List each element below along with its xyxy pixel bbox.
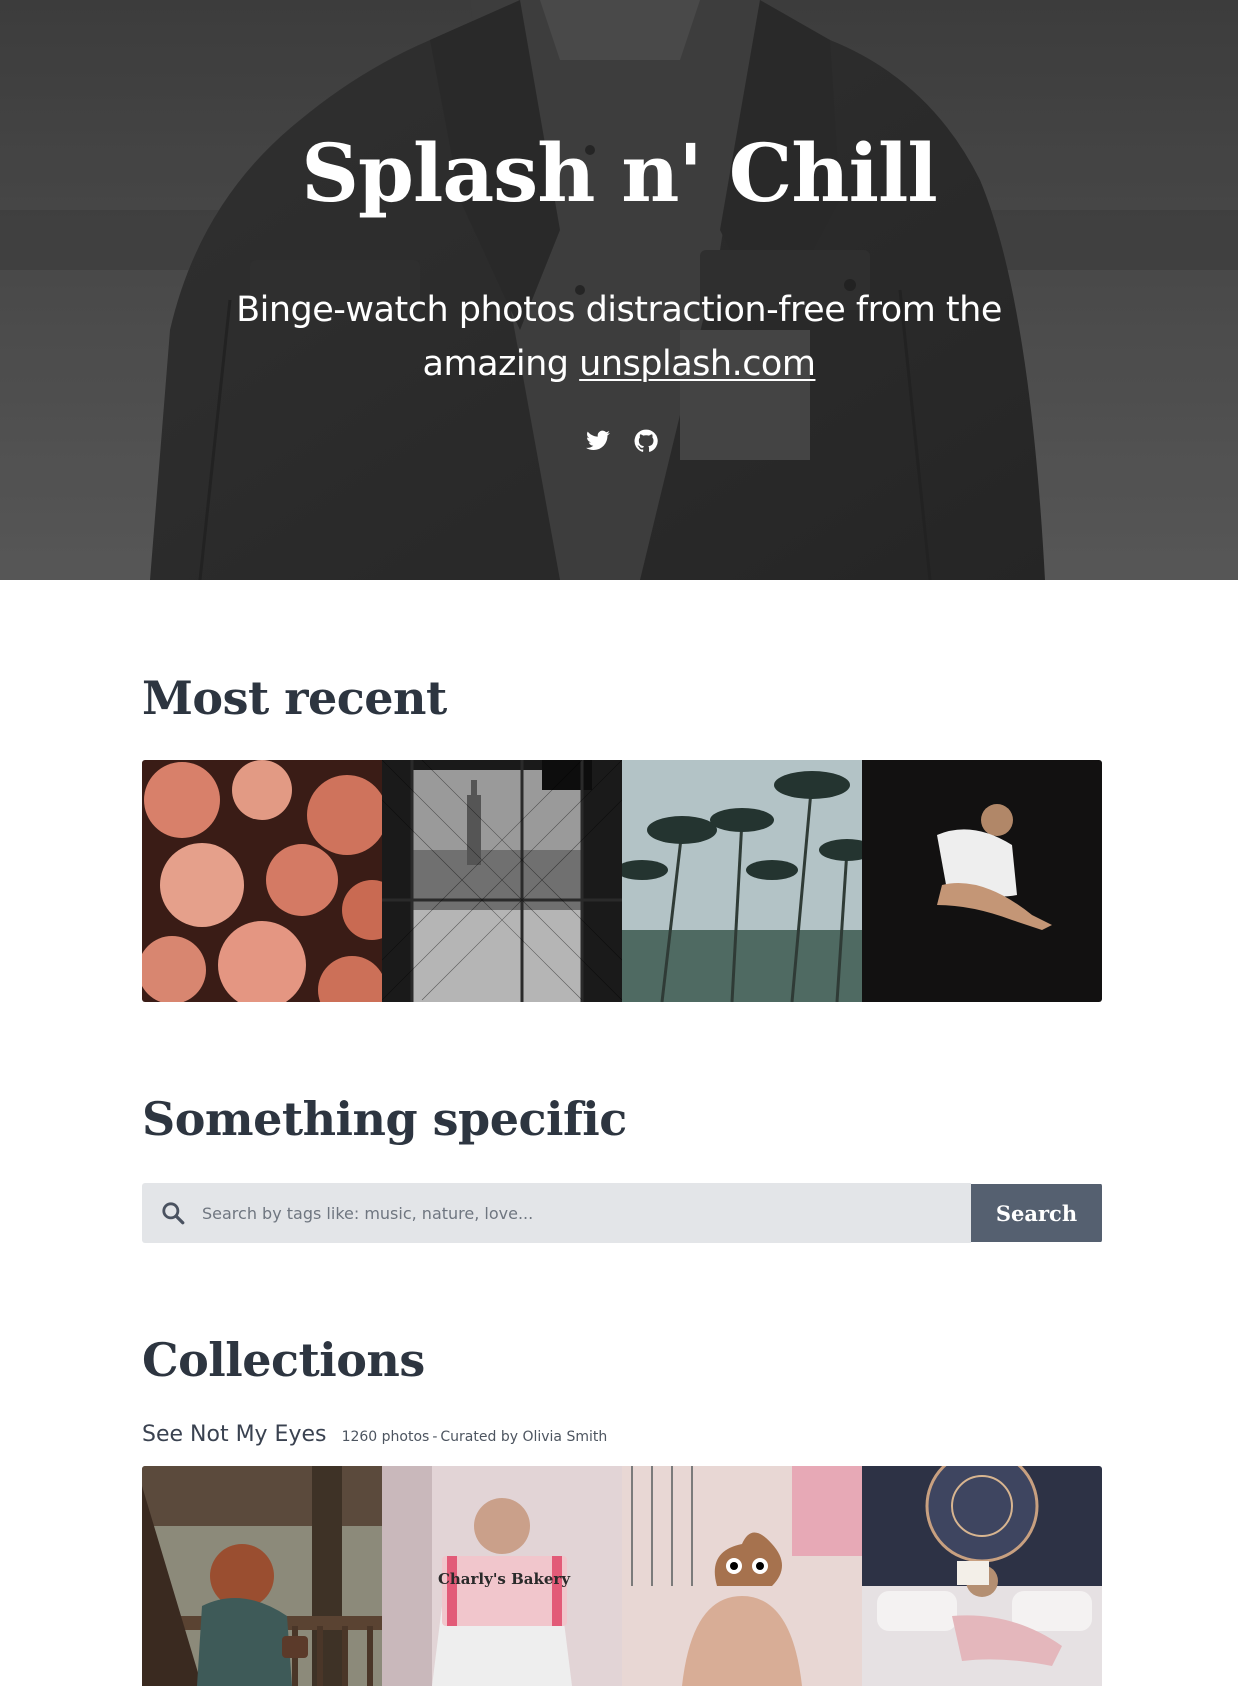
collection-photo-count: 1260 photos [341, 1429, 430, 1445]
site-tagline: Binge-watch photos distraction-free from… [219, 283, 1019, 391]
hero-banner: Splash n' Chill Binge-watch photos distr… [0, 0, 1238, 580]
collection-meta: 1260 photos - Curated by Olivia Smith [342, 1429, 608, 1445]
collection-photo-bakery-box[interactable]: Charly's Bakery [382, 1466, 622, 1686]
bakery-box-label: Charly's Bakery [438, 1570, 571, 1588]
most-recent-heading: Most recent [142, 671, 447, 725]
recent-photo-fence-city[interactable] [382, 760, 622, 1002]
search-button[interactable]: Search [971, 1184, 1102, 1242]
collection-photos-gallery: Charly's Bakery [142, 1466, 1102, 1686]
site-title: Splash n' Chill [301, 126, 938, 220]
hero-content: Splash n' Chill Binge-watch photos distr… [0, 0, 1238, 580]
twitter-icon[interactable] [585, 428, 611, 454]
collections-heading: Collections [142, 1333, 425, 1387]
search-icon [162, 1202, 185, 1225]
github-icon[interactable] [633, 428, 659, 454]
search-input[interactable] [202, 1183, 962, 1243]
recent-photos-gallery [142, 760, 1102, 1002]
collection-photo-cookie[interactable] [622, 1466, 862, 1686]
search-bar: Search [142, 1183, 1102, 1243]
collection-curator: Curated by Olivia Smith [440, 1429, 608, 1445]
collection-meta-separator: - [432, 1429, 438, 1445]
collection-header: See Not My Eyes 1260 photos - Curated by O… [142, 1422, 607, 1447]
recent-photo-palm-trees[interactable] [622, 760, 862, 1002]
social-links [583, 428, 663, 458]
collection-photo-porch[interactable] [142, 1466, 382, 1686]
search-field-container [142, 1183, 971, 1243]
recent-photo-woman-dark[interactable] [862, 760, 1102, 1002]
collection-name[interactable]: See Not My Eyes [142, 1422, 326, 1447]
unsplash-link[interactable]: unsplash.com [579, 344, 816, 384]
something-specific-heading: Something specific [142, 1092, 627, 1146]
collection-photo-reading-bed[interactable] [862, 1466, 1102, 1686]
recent-photo-flowers[interactable] [142, 760, 382, 1002]
